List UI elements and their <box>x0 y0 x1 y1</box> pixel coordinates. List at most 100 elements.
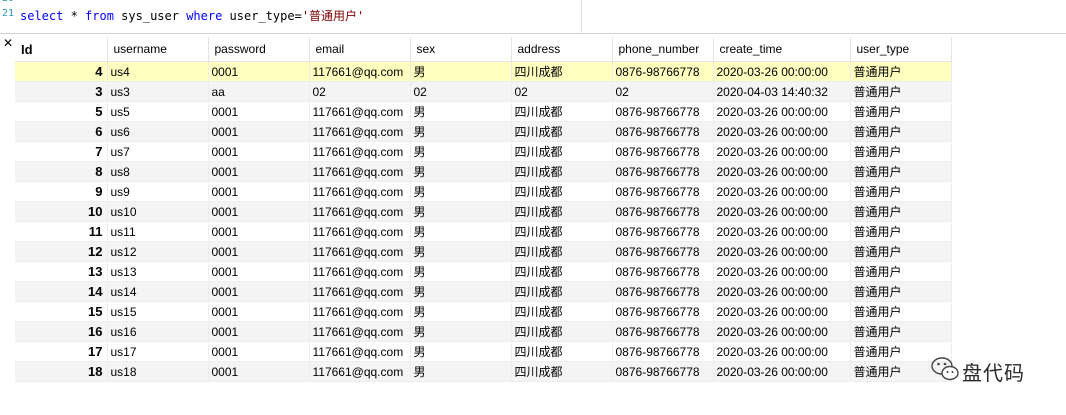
table-cell-id[interactable]: 17 <box>15 341 108 362</box>
table-cell-password[interactable]: 0001 <box>208 101 310 122</box>
table-cell-password[interactable]: 0001 <box>208 241 310 262</box>
table-cell-phone-number[interactable]: 0876-98766778 <box>612 241 714 262</box>
table-cell-id[interactable]: 16 <box>15 321 108 342</box>
results-grid[interactable]: ✕ Id username password email sex address phone… <box>0 34 1066 415</box>
table-cell-id[interactable]: 11 <box>15 221 108 242</box>
table-cell-phone-number[interactable]: 0876-98766778 <box>612 221 714 242</box>
table-cell-address[interactable]: 四川成都 <box>511 221 613 242</box>
table-cell-address[interactable]: 四川成都 <box>511 121 613 142</box>
table-row[interactable]: 12 us12 0001 117661@qq.com 男四川成都 0876-9876677… <box>15 241 952 262</box>
table-cell-address[interactable]: 02 <box>511 81 613 102</box>
table-cell-phone-number[interactable]: 0876-98766778 <box>612 301 714 322</box>
table-cell-id[interactable]: 14 <box>15 281 108 302</box>
table-cell-phone-number[interactable]: 0876-98766778 <box>612 101 714 122</box>
table-cell-password[interactable]: 0001 <box>208 221 310 242</box>
table-row[interactable]: 5 us5 0001 117661@qq.com 男四川成都 0876-98766778 2… <box>15 101 952 122</box>
table-cell-id[interactable]: 18 <box>15 361 108 382</box>
table-cell-address[interactable]: 四川成都 <box>511 61 613 82</box>
table-cell-password[interactable]: 0001 <box>208 261 310 282</box>
table-cell-phone-number[interactable]: 02 <box>612 81 714 102</box>
table-cell-user-type[interactable]: 普通用户 <box>850 281 952 302</box>
table-cell-username[interactable]: us5 <box>107 101 209 122</box>
table-cell-password[interactable]: aa <box>208 81 310 102</box>
table-cell-sex[interactable]: 男 <box>410 301 512 322</box>
table-cell-create-time[interactable]: 2020-03-26 00:00:00 <box>713 101 851 122</box>
table-cell-username[interactable]: us3 <box>107 81 209 102</box>
table-cell-address[interactable]: 四川成都 <box>511 241 613 262</box>
table-row[interactable]: 8 us8 0001 117661@qq.com 男四川成都 0876-98766778 2… <box>15 161 952 182</box>
table-cell-create-time[interactable]: 2020-03-26 00:00:00 <box>713 121 851 142</box>
table-cell-sex[interactable]: 男 <box>410 61 512 82</box>
table-cell-create-time[interactable]: 2020-04-03 14:40:32 <box>713 81 851 102</box>
table-cell-username[interactable]: us12 <box>107 241 209 262</box>
table-cell-email[interactable]: 117661@qq.com <box>309 101 411 122</box>
table-cell-create-time[interactable]: 2020-03-26 00:00:00 <box>713 221 851 242</box>
table-cell-username[interactable]: us11 <box>107 221 209 242</box>
table-row[interactable]: 13 us13 0001 117661@qq.com 男四川成都 0876-9876677… <box>15 261 952 282</box>
table-cell-address[interactable]: 四川成都 <box>511 101 613 122</box>
results-table[interactable]: Id username password email sex address phone_n… <box>15 37 952 382</box>
table-row[interactable]: 16 us16 0001 117661@qq.com 男四川成都 0876-9876677… <box>15 321 952 342</box>
table-cell-user-type[interactable]: 普通用户 <box>850 181 952 202</box>
table-cell-sex[interactable]: 02 <box>410 81 512 102</box>
table-cell-id[interactable]: 15 <box>15 301 108 322</box>
table-cell-create-time[interactable]: 2020-03-26 00:00:00 <box>713 201 851 222</box>
table-cell-create-time[interactable]: 2020-03-26 00:00:00 <box>713 301 851 322</box>
table-cell-email[interactable]: 117661@qq.com <box>309 301 411 322</box>
column-header-username[interactable]: username <box>107 37 209 62</box>
table-cell-username[interactable]: us4 <box>107 61 209 82</box>
table-cell-user-type[interactable]: 普通用户 <box>850 61 952 82</box>
table-cell-create-time[interactable]: 2020-03-26 00:00:00 <box>713 321 851 342</box>
table-cell-password[interactable]: 0001 <box>208 341 310 362</box>
table-cell-sex[interactable]: 男 <box>410 321 512 342</box>
table-cell-phone-number[interactable]: 0876-98766778 <box>612 181 714 202</box>
table-cell-phone-number[interactable]: 0876-98766778 <box>612 201 714 222</box>
table-row[interactable]: 7 us7 0001 117661@qq.com 男四川成都 0876-98766778 2… <box>15 141 952 162</box>
table-cell-password[interactable]: 0001 <box>208 181 310 202</box>
table-cell-username[interactable]: us17 <box>107 341 209 362</box>
table-cell-username[interactable]: us8 <box>107 161 209 182</box>
table-cell-id[interactable]: 9 <box>15 181 108 202</box>
table-cell-sex[interactable]: 男 <box>410 181 512 202</box>
table-cell-email[interactable]: 117661@qq.com <box>309 341 411 362</box>
table-cell-create-time[interactable]: 2020-03-26 00:00:00 <box>713 61 851 82</box>
table-cell-sex[interactable]: 男 <box>410 101 512 122</box>
table-row[interactable]: 18 us18 0001 117661@qq.com 男四川成都 0876-9876677… <box>15 361 952 382</box>
table-cell-password[interactable]: 0001 <box>208 201 310 222</box>
table-cell-create-time[interactable]: 2020-03-26 00:00:00 <box>713 361 851 382</box>
column-header-sex[interactable]: sex <box>410 37 512 62</box>
table-cell-id[interactable]: 5 <box>15 101 108 122</box>
table-cell-email[interactable]: 117661@qq.com <box>309 121 411 142</box>
table-cell-sex[interactable]: 男 <box>410 341 512 362</box>
table-cell-phone-number[interactable]: 0876-98766778 <box>612 141 714 162</box>
table-cell-password[interactable]: 0001 <box>208 61 310 82</box>
table-cell-create-time[interactable]: 2020-03-26 00:00:00 <box>713 141 851 162</box>
table-cell-address[interactable]: 四川成都 <box>511 361 613 382</box>
table-cell-create-time[interactable]: 2020-03-26 00:00:00 <box>713 341 851 362</box>
column-header-user-type[interactable]: user_type <box>850 37 952 62</box>
table-cell-id[interactable]: 4 <box>15 61 108 82</box>
table-cell-sex[interactable]: 男 <box>410 221 512 242</box>
table-cell-phone-number[interactable]: 0876-98766778 <box>612 361 714 382</box>
table-cell-username[interactable]: us18 <box>107 361 209 382</box>
table-cell-sex[interactable]: 男 <box>410 141 512 162</box>
table-cell-user-type[interactable]: 普通用户 <box>850 221 952 242</box>
table-row[interactable]: 17 us17 0001 117661@qq.com 男四川成都 0876-9876677… <box>15 341 952 362</box>
table-cell-phone-number[interactable]: 0876-98766778 <box>612 281 714 302</box>
table-cell-email[interactable]: 117661@qq.com <box>309 161 411 182</box>
table-cell-phone-number[interactable]: 0876-98766778 <box>612 321 714 342</box>
table-cell-phone-number[interactable]: 0876-98766778 <box>612 161 714 182</box>
table-cell-sex[interactable]: 男 <box>410 161 512 182</box>
table-cell-username[interactable]: us15 <box>107 301 209 322</box>
table-cell-id[interactable]: 8 <box>15 161 108 182</box>
table-cell-email[interactable]: 117661@qq.com <box>309 321 411 342</box>
table-cell-username[interactable]: us16 <box>107 321 209 342</box>
table-cell-phone-number[interactable]: 0876-98766778 <box>612 261 714 282</box>
table-cell-user-type[interactable]: 普通用户 <box>850 81 952 102</box>
table-cell-id[interactable]: 10 <box>15 201 108 222</box>
table-cell-address[interactable]: 四川成都 <box>511 341 613 362</box>
table-cell-address[interactable]: 四川成都 <box>511 141 613 162</box>
column-header-phone-number[interactable]: phone_number <box>612 37 714 62</box>
table-row[interactable]: 14 us14 0001 117661@qq.com 男四川成都 0876-9876677… <box>15 281 952 302</box>
table-cell-username[interactable]: us10 <box>107 201 209 222</box>
